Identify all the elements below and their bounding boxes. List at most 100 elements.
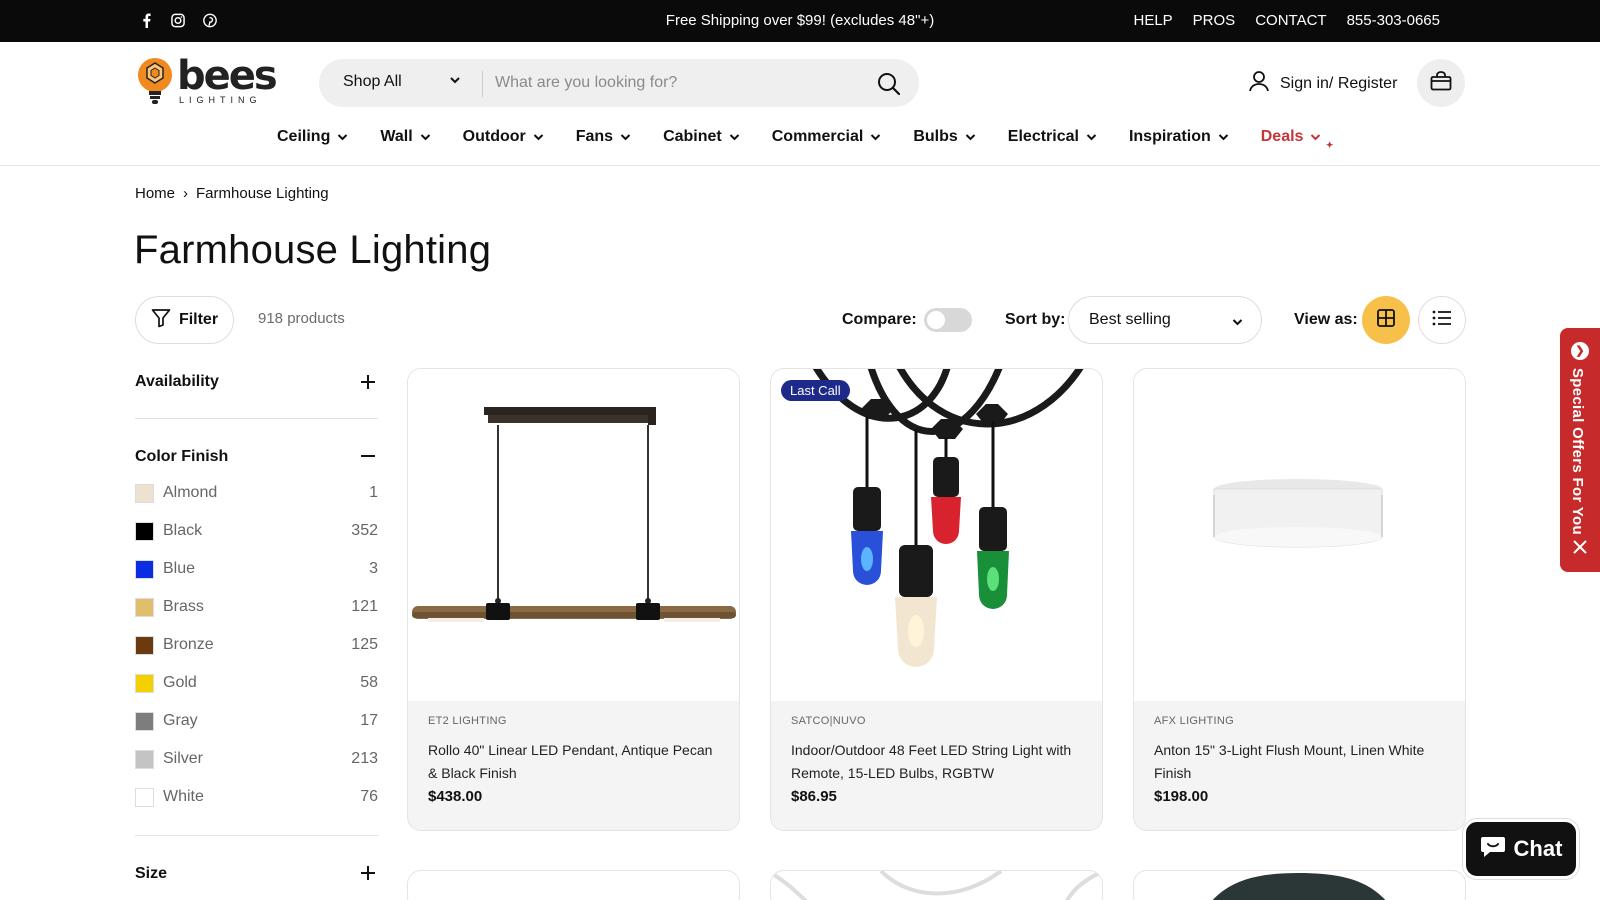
breadcrumb-separator-icon: ›: [183, 185, 189, 202]
color-name: Bronze: [163, 636, 214, 653]
search-input[interactable]: [495, 68, 855, 98]
facet-color-finish[interactable]: Color Finish: [135, 448, 228, 466]
color-option-4[interactable]: Bronze 125: [135, 634, 378, 656]
color-count: 76: [360, 788, 378, 805]
bulb-logo-icon: [138, 58, 172, 104]
color-swatch[interactable]: [135, 673, 154, 693]
chat-bubble-icon: [1480, 834, 1506, 864]
nav-item-wall[interactable]: Wall: [380, 128, 430, 146]
product-title[interactable]: Rollo 40" Linear LED Pendant, Antique Pe…: [428, 739, 723, 785]
product-price: $438.00: [428, 788, 483, 805]
color-option-2[interactable]: Blue 3: [135, 558, 378, 580]
compare-toggle[interactable]: [924, 308, 972, 332]
search-icon[interactable]: [877, 72, 901, 96]
plus-icon[interactable]: [360, 865, 376, 881]
logo-subtitle: LIGHTING: [179, 95, 262, 105]
nav-item-deals[interactable]: Deals ✦: [1260, 128, 1334, 150]
close-icon[interactable]: [1572, 539, 1588, 555]
product-title[interactable]: Anton 15" 3-Light Flush Mount, Linen Whi…: [1154, 739, 1449, 785]
product-image-linear-pendant[interactable]: [408, 369, 739, 701]
filter-icon: [151, 308, 171, 333]
contact-link[interactable]: CONTACT: [1255, 12, 1326, 29]
cart-button[interactable]: [1417, 59, 1465, 107]
color-swatch[interactable]: [135, 597, 154, 617]
color-option-0[interactable]: Almond 1: [135, 482, 378, 504]
color-swatch[interactable]: [135, 711, 154, 731]
color-count: 17: [360, 712, 378, 729]
chat-button[interactable]: Chat: [1463, 819, 1579, 879]
color-option-6[interactable]: Gray 17: [135, 710, 378, 732]
color-swatch[interactable]: [135, 483, 154, 503]
department-select[interactable]: Shop All: [343, 73, 402, 91]
product-card[interactable]: AFX LIGHTING Anton 15" 3-Light Flush Mou…: [1133, 368, 1466, 831]
color-swatch[interactable]: [135, 787, 154, 807]
chat-label: Chat: [1513, 836, 1563, 861]
nav-label: Cabinet: [663, 128, 722, 145]
sort-select[interactable]: Best selling: [1068, 296, 1262, 344]
facet-size[interactable]: Size: [135, 865, 167, 883]
shopping-bag-icon: [1430, 70, 1452, 96]
nav-item-cabinet[interactable]: Cabinet: [663, 128, 740, 146]
color-name: Silver: [163, 750, 204, 767]
bees-lighting-logo[interactable]: bees LIGHTING: [137, 53, 278, 109]
pros-link[interactable]: PROS: [1193, 12, 1236, 29]
special-offers-tab[interactable]: ❯ Special Offers For You: [1560, 328, 1600, 572]
breadcrumb-home[interactable]: Home: [135, 185, 175, 202]
search-bar: Shop All: [319, 59, 919, 107]
view-as-label: View as:: [1294, 311, 1358, 328]
nav-item-electrical[interactable]: Electrical: [1008, 128, 1097, 146]
nav-label: Commercial: [771, 128, 864, 145]
color-swatch[interactable]: [135, 521, 154, 541]
color-swatch[interactable]: [135, 749, 154, 769]
product-vendor: ET2 LIGHTING: [428, 715, 507, 727]
sort-value: Best selling: [1089, 311, 1171, 328]
filter-button[interactable]: Filter: [135, 296, 234, 344]
plus-icon[interactable]: [360, 374, 376, 390]
color-option-3[interactable]: Brass 121: [135, 596, 378, 618]
chevron-down-icon: [1232, 313, 1243, 331]
color-swatch[interactable]: [135, 559, 154, 579]
product-card[interactable]: [1133, 870, 1466, 900]
phone-link[interactable]: 855-303-0665: [1347, 12, 1440, 29]
nav-label: Deals: [1260, 128, 1304, 145]
nav-item-fans[interactable]: Fans: [576, 128, 631, 146]
breadcrumb-current: Farmhouse Lighting: [196, 185, 329, 202]
sparkle-icon: ✦: [1325, 140, 1334, 150]
color-option-8[interactable]: White 76: [135, 786, 378, 808]
announcement-bar: Free Shipping over $99! (excludes 48"+) …: [0, 0, 1600, 42]
minus-icon[interactable]: [360, 448, 376, 464]
product-card[interactable]: ET2 LIGHTING Rollo 40" Linear LED Pendan…: [407, 368, 740, 831]
nav-item-commercial[interactable]: Commercial: [772, 128, 882, 146]
color-name: Almond: [163, 484, 218, 501]
utility-links: HELP PROS CONTACT 855-303-0665: [1133, 12, 1440, 29]
grid-view-button[interactable]: [1362, 296, 1410, 344]
product-card[interactable]: Last Call SATCO|NUVO Indoor/Outdoor 48 F…: [770, 368, 1103, 831]
product-card[interactable]: [770, 870, 1103, 900]
help-link[interactable]: HELP: [1133, 12, 1172, 29]
color-option-7[interactable]: Silver 213: [135, 748, 378, 770]
color-count: 121: [351, 598, 378, 615]
product-vendor: SATCO|NUVO: [791, 715, 866, 727]
product-title[interactable]: Indoor/Outdoor 48 Feet LED String Light …: [791, 739, 1086, 785]
logo-word: bees: [177, 53, 278, 99]
color-option-5[interactable]: Gold 58: [135, 672, 378, 694]
account-link[interactable]: Sign in/ Register: [1248, 70, 1397, 97]
nav-label: Fans: [575, 128, 614, 145]
chevron-down-icon: [533, 134, 543, 141]
nav-item-ceiling[interactable]: Ceiling: [277, 128, 348, 146]
chevron-down-icon[interactable]: [449, 73, 461, 91]
product-card[interactable]: [407, 870, 740, 900]
nav-item-bulbs[interactable]: Bulbs: [913, 128, 976, 146]
product-image-string-lights[interactable]: Last Call: [771, 369, 1102, 701]
list-view-button[interactable]: [1418, 296, 1466, 344]
sort-by-label: Sort by:: [1005, 311, 1066, 328]
filter-label: Filter: [178, 311, 219, 328]
product-image-flush-mount[interactable]: [1134, 369, 1465, 701]
color-swatch[interactable]: [135, 635, 154, 655]
nav-item-inspiration[interactable]: Inspiration: [1129, 128, 1229, 146]
toggle-knob: [927, 311, 945, 329]
nav-item-outdoor[interactable]: Outdoor: [463, 128, 544, 146]
color-option-1[interactable]: Black 352: [135, 520, 378, 542]
facet-availability[interactable]: Availability: [135, 373, 219, 391]
color-count: 1: [369, 484, 378, 501]
